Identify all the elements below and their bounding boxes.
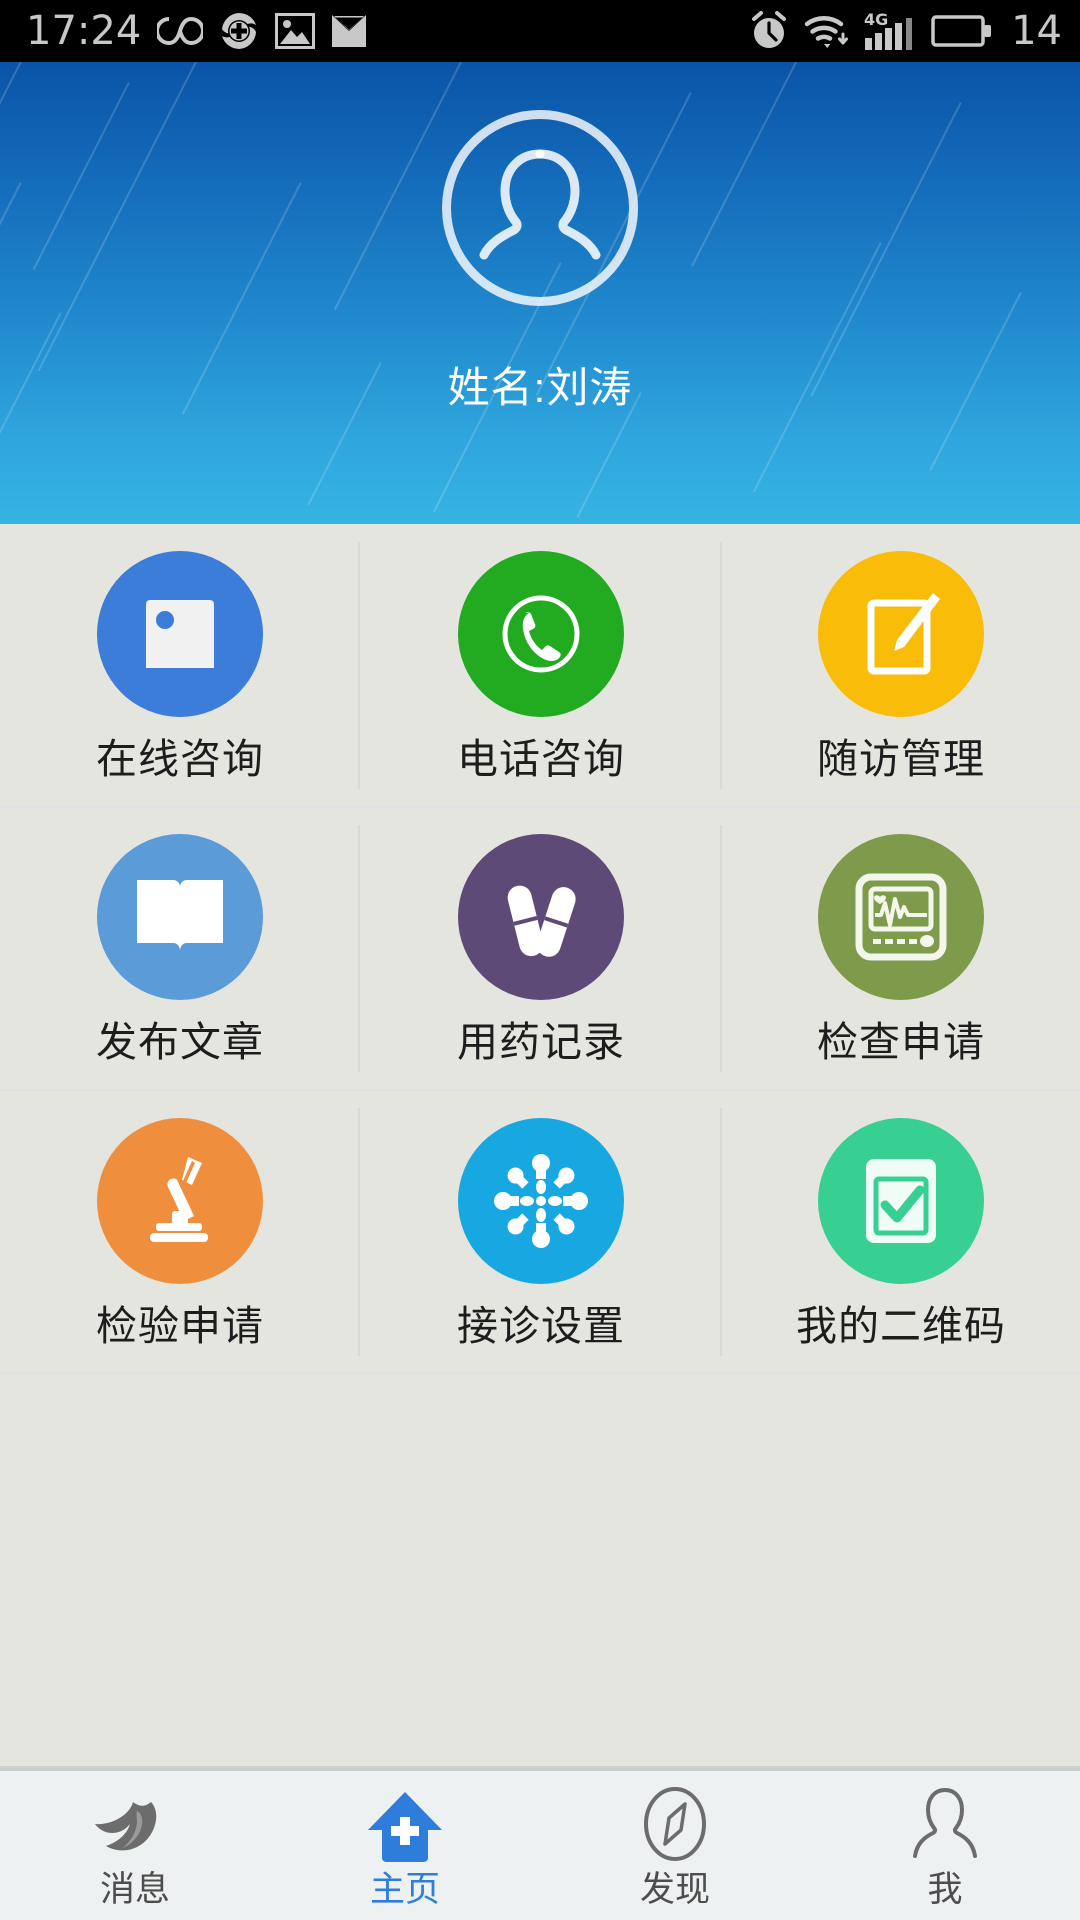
status-bar-left: 17:24 bbox=[26, 11, 367, 51]
snowflake-settings-icon bbox=[458, 1117, 624, 1284]
profile-header: 姓名:刘涛 bbox=[0, 62, 1080, 524]
grid-item-medication-record[interactable]: 用药记录 bbox=[360, 807, 722, 1090]
grid-item-publish-article[interactable]: 发布文章 bbox=[0, 807, 360, 1090]
tab-home[interactable]: 主页 bbox=[270, 1771, 540, 1920]
health-plus-icon bbox=[219, 11, 259, 51]
grid-item-label: 检查申请 bbox=[817, 1019, 985, 1065]
tab-label: 消息 bbox=[99, 1870, 170, 1909]
phone-call-icon bbox=[458, 551, 624, 717]
open-book-icon bbox=[97, 834, 263, 1000]
tab-discover[interactable]: 发现 bbox=[540, 1771, 810, 1920]
photo-icon bbox=[275, 13, 316, 49]
grid-item-phone-consult[interactable]: 电话咨询 bbox=[360, 524, 722, 807]
grid-item-label: 随访管理 bbox=[817, 736, 985, 782]
4g-signal-icon: 4G bbox=[863, 10, 917, 52]
grid-item-label: 我的二维码 bbox=[796, 1302, 1006, 1349]
microscope-icon bbox=[97, 1117, 263, 1284]
mail-icon bbox=[331, 13, 367, 49]
grid-item-online-consult[interactable]: 在线咨询 bbox=[0, 524, 360, 807]
edit-pencil-note-icon bbox=[818, 551, 984, 717]
battery-icon bbox=[931, 13, 993, 49]
checkbox-qrcode-icon bbox=[818, 1117, 984, 1284]
wifi-icon bbox=[803, 12, 849, 50]
grid-item-followup-manage[interactable]: 随访管理 bbox=[722, 524, 1080, 807]
grid-item-label: 接诊设置 bbox=[457, 1302, 625, 1349]
app-screen: 17:24 4G 14 姓名:刘涛 在线咨询 电话咨询 随访管理 发布文章 用药… bbox=[0, 0, 1080, 1920]
tab-profile[interactable]: 我 bbox=[810, 1771, 1080, 1920]
status-bar-right: 4G 14 bbox=[749, 10, 1062, 52]
user-name-label: 姓名:刘涛 bbox=[447, 364, 633, 411]
grid-row-divider-3 bbox=[0, 1372, 1080, 1374]
grid-item-label: 在线咨询 bbox=[96, 736, 264, 782]
grid-row-divider-1 bbox=[0, 806, 1080, 808]
status-time: 17:24 bbox=[26, 8, 142, 54]
tab-label: 发现 bbox=[639, 1870, 710, 1909]
grid-item-my-qrcode[interactable]: 我的二维码 bbox=[722, 1090, 1080, 1374]
grid-item-label: 电话咨询 bbox=[457, 736, 625, 782]
heart-monitor-icon bbox=[818, 834, 984, 1000]
grid-item-exam-request[interactable]: 检查申请 bbox=[722, 807, 1080, 1090]
grid-row-divider-2 bbox=[0, 1089, 1080, 1091]
tab-label: 我 bbox=[927, 1870, 963, 1909]
user-avatar-icon bbox=[479, 149, 601, 260]
alarm-clock-icon bbox=[749, 10, 789, 52]
status-bar: 17:24 4G 14 bbox=[0, 0, 1080, 62]
grid-item-label: 用药记录 bbox=[457, 1019, 625, 1065]
tab-messages[interactable]: 消息 bbox=[0, 1771, 270, 1920]
compass-icon bbox=[643, 1787, 707, 1862]
grid-item-label: 检验申请 bbox=[96, 1302, 264, 1349]
pill-capsule-icon bbox=[458, 834, 624, 1000]
person-icon bbox=[912, 1788, 978, 1862]
grid-item-reception-settings[interactable]: 接诊设置 bbox=[360, 1090, 722, 1374]
home-cross-icon bbox=[366, 1792, 444, 1862]
grid-item-label: 发布文章 bbox=[96, 1019, 264, 1065]
grid-item-lab-test-request[interactable]: 检验申请 bbox=[0, 1090, 360, 1374]
battery-percent-label: 14 bbox=[1011, 8, 1062, 54]
infinity-icon bbox=[157, 14, 204, 48]
dove-bird-icon bbox=[93, 1792, 177, 1862]
svg-text:4G: 4G bbox=[864, 10, 888, 29]
bottom-tab-bar: 消息 主页 发现 我 bbox=[0, 1768, 1080, 1920]
tab-label: 主页 bbox=[369, 1870, 440, 1909]
image-photo-icon bbox=[97, 551, 263, 717]
avatar[interactable] bbox=[442, 110, 638, 306]
feature-grid: 在线咨询 电话咨询 随访管理 发布文章 用药记录 检查申请 检验申请 接诊设置 … bbox=[0, 524, 1080, 1374]
